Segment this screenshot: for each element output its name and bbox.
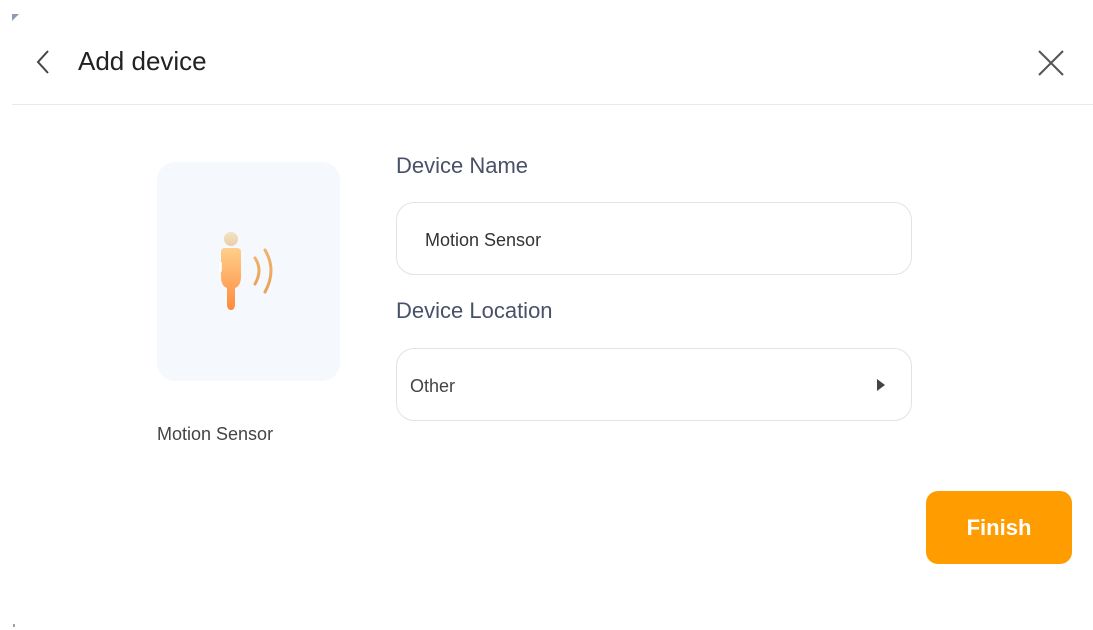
device-image-card: [157, 162, 340, 381]
page-title: Add device: [78, 46, 207, 76]
dialog-header: Add device: [0, 0, 1093, 106]
device-location-select[interactable]: Other: [396, 348, 912, 421]
header-divider: [12, 104, 1093, 105]
location-value: Other: [410, 376, 456, 396]
back-button[interactable]: [30, 47, 56, 77]
corner-dot: [13, 624, 15, 627]
motion-sensor-icon: [219, 232, 273, 310]
device-name-input[interactable]: [425, 227, 885, 253]
finish-button[interactable]: Finish: [926, 491, 1072, 564]
chevron-left-icon: [36, 50, 49, 74]
add-device-dialog: Add device Motion Sensor Device Name Mot…: [0, 0, 1093, 630]
device-name-label: Device Name: [396, 153, 529, 178]
device-location-label: Device Location: [396, 298, 553, 323]
close-icon: [1038, 50, 1064, 76]
close-button[interactable]: [1033, 46, 1069, 80]
device-name-field[interactable]: [396, 202, 912, 275]
device-caption: Motion Sensor: [157, 424, 274, 444]
caret-right-icon: [877, 379, 885, 391]
